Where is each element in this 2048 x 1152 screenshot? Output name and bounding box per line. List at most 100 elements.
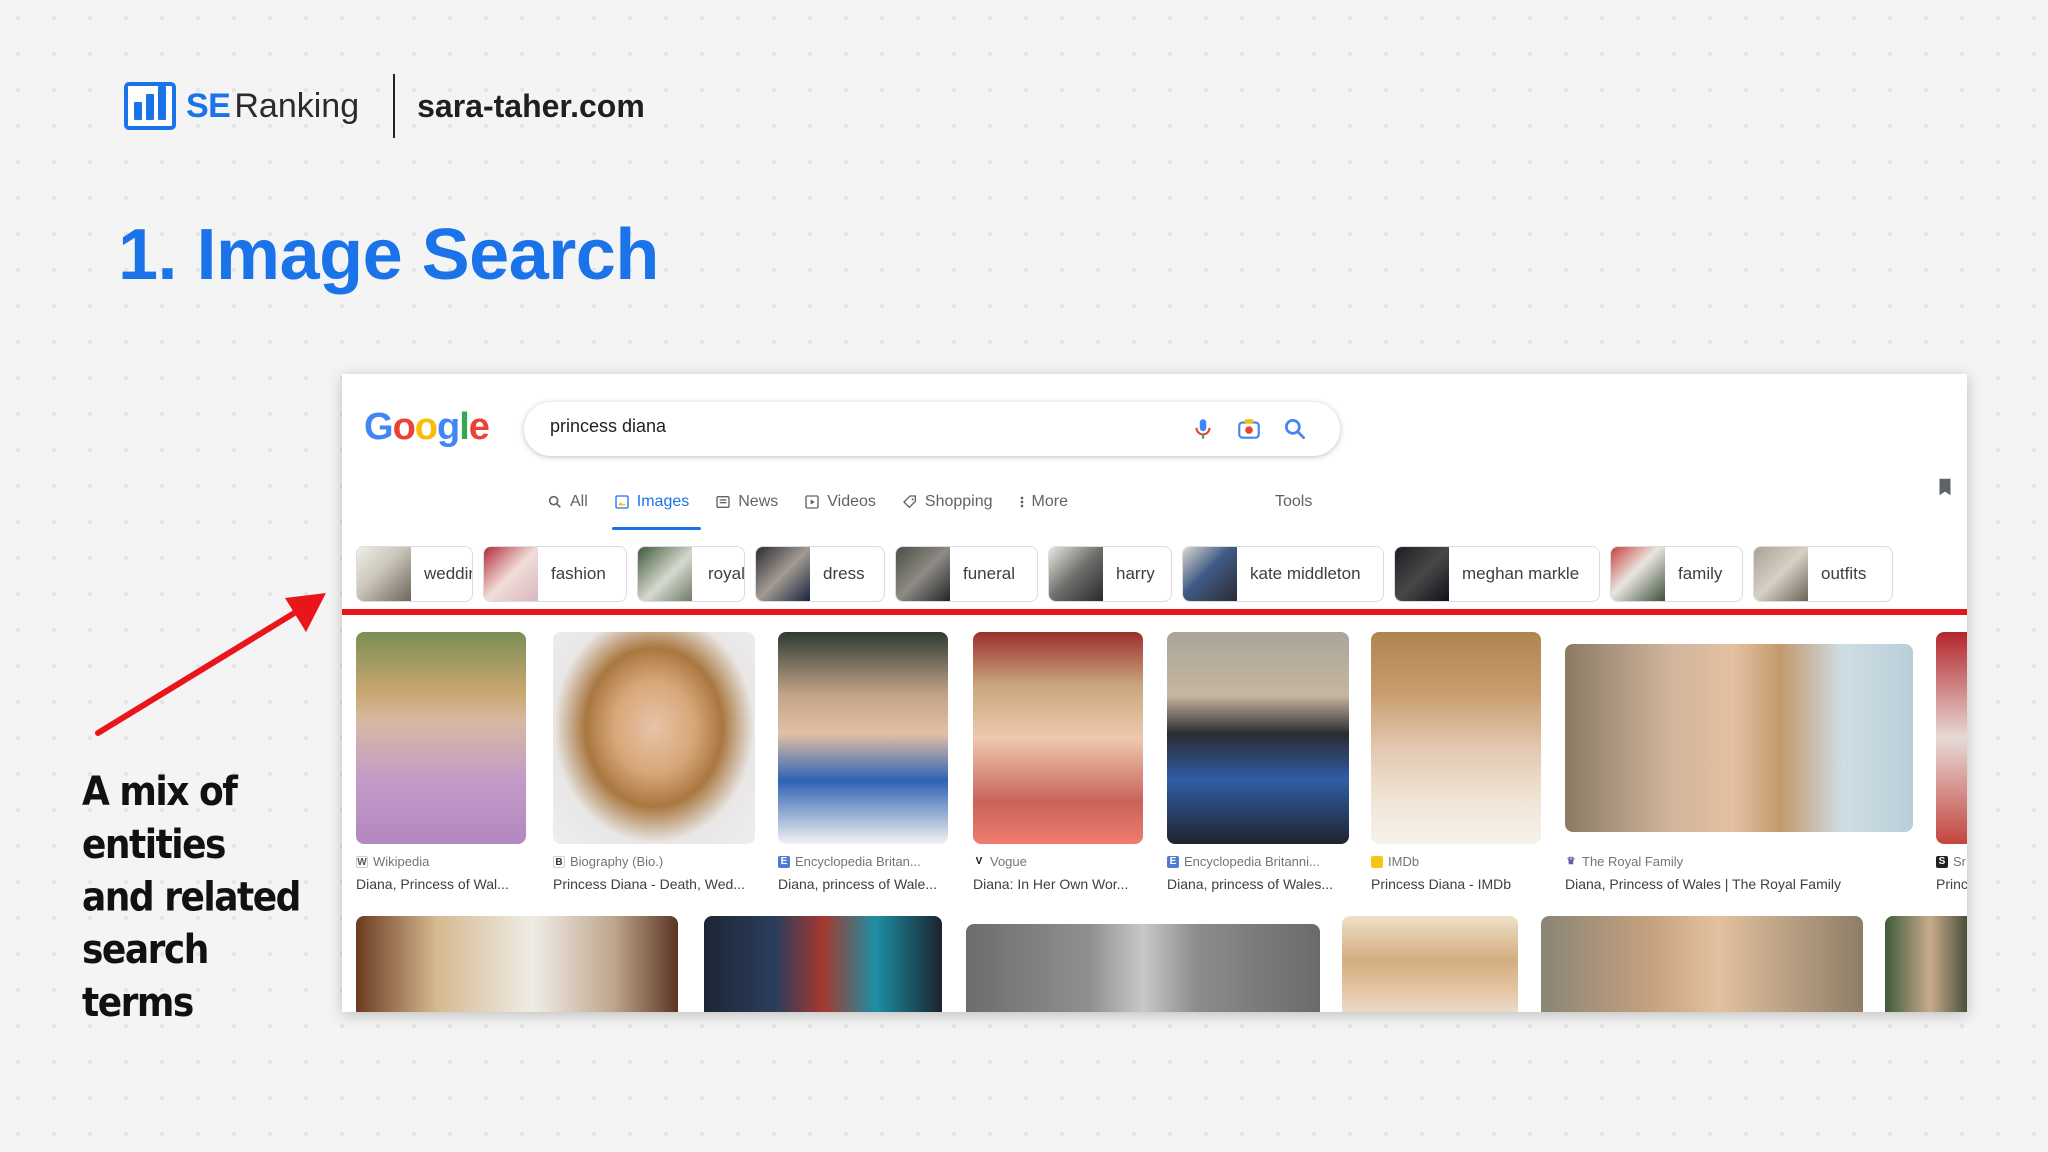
annotation-line: terms (82, 979, 194, 1026)
result-source: B Biography (Bio.) (553, 854, 663, 869)
tools-button[interactable]: Tools (1275, 488, 1312, 516)
news-icon (716, 496, 730, 508)
brand-ranking-text: Ranking (234, 86, 360, 125)
search-icon[interactable] (1282, 416, 1308, 442)
chip-label: harry (1116, 564, 1155, 583)
tab-images[interactable]: Images (611, 488, 702, 530)
image-result[interactable] (966, 924, 1320, 1012)
result-title[interactable]: Diana, Princess of Wal... (356, 876, 526, 892)
source-label: Vogue (990, 854, 1027, 869)
chip-funeral[interactable]: funeral (895, 546, 1038, 602)
image-result[interactable]: IMDb Princess Diana - IMDb (1371, 632, 1541, 892)
result-title[interactable]: Diana: In Her Own Wor... (973, 876, 1143, 892)
related-chips: wedding fashion royal dress funeral harr… (356, 546, 1903, 602)
annotation-line: entities (82, 822, 227, 868)
play-icon (805, 495, 819, 509)
britannica-icon: E (1167, 855, 1179, 868)
tag-icon (902, 495, 916, 509)
chip-harry[interactable]: harry (1048, 546, 1172, 602)
imdb-icon (1371, 855, 1383, 868)
result-title[interactable]: Diana, princess of Wales... (1167, 876, 1349, 892)
image-result[interactable]: W Wikipedia Diana, Princess of Wal... (356, 632, 526, 892)
result-title[interactable]: Princ (1936, 876, 1967, 892)
logo-letter: o (414, 406, 438, 448)
image-result[interactable] (1885, 916, 1967, 1012)
chip-dress[interactable]: dress (755, 546, 885, 602)
chip-wedding[interactable]: wedding (356, 546, 473, 602)
result-source: V Vogue (973, 854, 1027, 869)
annotation-text: A mix of entities and related search ter… (82, 766, 312, 1029)
brand-divider (393, 74, 396, 138)
logo-letter: o (392, 406, 416, 448)
result-thumbnail (966, 924, 1320, 1012)
chip-label: dress (823, 564, 865, 583)
se-ranking-logo: SE Ranking (124, 82, 359, 130)
more-vert-icon (1020, 496, 1023, 508)
result-thumbnail (973, 632, 1143, 844)
logo-letter: g (437, 406, 460, 448)
result-title[interactable]: Diana, Princess of Wales | The Royal Fam… (1565, 876, 1921, 892)
image-result[interactable] (356, 916, 678, 1012)
image-result[interactable]: ♛ The Royal Family Diana, Princess of Wal… (1565, 632, 1921, 892)
brand-se-text: SE (186, 86, 231, 125)
result-thumbnail (778, 632, 948, 844)
search-icon (548, 495, 561, 508)
image-result[interactable]: E Encyclopedia Britanni... Diana, princes… (1167, 632, 1349, 892)
image-result[interactable]: B Biography (Bio.) Princess Diana - Death… (553, 632, 755, 892)
tab-more[interactable]: More (1019, 488, 1068, 516)
chip-royal[interactable]: royal (637, 546, 745, 602)
image-result[interactable]: V Vogue Diana: In Her Own Wor... (973, 632, 1143, 892)
image-result[interactable] (704, 916, 942, 1012)
tab-news[interactable]: News (715, 488, 778, 516)
result-thumbnail (356, 916, 678, 1012)
bookmark-icon[interactable] (1934, 476, 1956, 498)
chip-thumbnail (1754, 547, 1808, 601)
result-source: IMDb (1371, 854, 1419, 869)
result-thumbnail (553, 632, 755, 844)
chip-label: funeral (963, 564, 1015, 583)
google-logo[interactable]: Google (364, 406, 490, 449)
search-box (524, 402, 1340, 456)
result-title[interactable]: Diana, princess of Wale... (778, 876, 948, 892)
result-thumbnail (1371, 632, 1541, 844)
image-result[interactable] (1541, 916, 1863, 1012)
logo-letter: G (364, 406, 394, 448)
tab-label: All (570, 493, 588, 510)
chip-thumbnail (1395, 547, 1449, 601)
result-source: ♛ The Royal Family (1565, 854, 1683, 869)
tab-videos[interactable]: Videos (804, 488, 876, 516)
chip-label: family (1678, 564, 1723, 583)
chip-family[interactable]: family (1610, 546, 1743, 602)
chip-thumbnail (1183, 547, 1237, 601)
search-input[interactable] (550, 416, 1150, 437)
chip-meghan-markle[interactable]: meghan markle (1394, 546, 1600, 602)
tab-all[interactable]: All (547, 488, 588, 516)
search-tabs: All Images News Videos Shopping More (547, 488, 1094, 530)
chip-outfits[interactable]: outfits (1753, 546, 1893, 602)
annotation-line: search (82, 927, 209, 974)
highlight-underline (342, 609, 1967, 615)
chip-thumbnail (756, 547, 810, 601)
brand-header: SE Ranking sara-taher.com (124, 74, 645, 138)
image-result[interactable]: S Sr Princ (1936, 632, 1967, 892)
bar-chart-icon (124, 82, 176, 130)
chip-fashion[interactable]: fashion (483, 546, 627, 602)
source-label: Sr (1953, 854, 1966, 869)
chip-kate-middleton[interactable]: kate middleton (1182, 546, 1384, 602)
chip-thumbnail (357, 547, 411, 601)
camera-lens-icon[interactable] (1236, 416, 1262, 442)
result-title[interactable]: Princess Diana - IMDb (1371, 876, 1541, 892)
britannica-icon: E (778, 855, 790, 868)
result-title[interactable]: Princess Diana - Death, Wed... (553, 876, 755, 892)
image-result[interactable]: E Encyclopedia Britan... Diana, princess … (778, 632, 948, 892)
tab-shopping[interactable]: Shopping (902, 488, 993, 516)
source-label: Encyclopedia Britanni... (1184, 854, 1320, 869)
source-label: IMDb (1388, 854, 1420, 869)
chip-label: royal (708, 564, 745, 583)
image-result[interactable] (1342, 916, 1518, 1012)
chip-thumbnail (896, 547, 950, 601)
result-source: S Sr (1936, 854, 1966, 869)
source-label: Wikipedia (373, 854, 430, 869)
microphone-icon[interactable] (1190, 416, 1216, 442)
result-source: E Encyclopedia Britan... (778, 854, 921, 869)
